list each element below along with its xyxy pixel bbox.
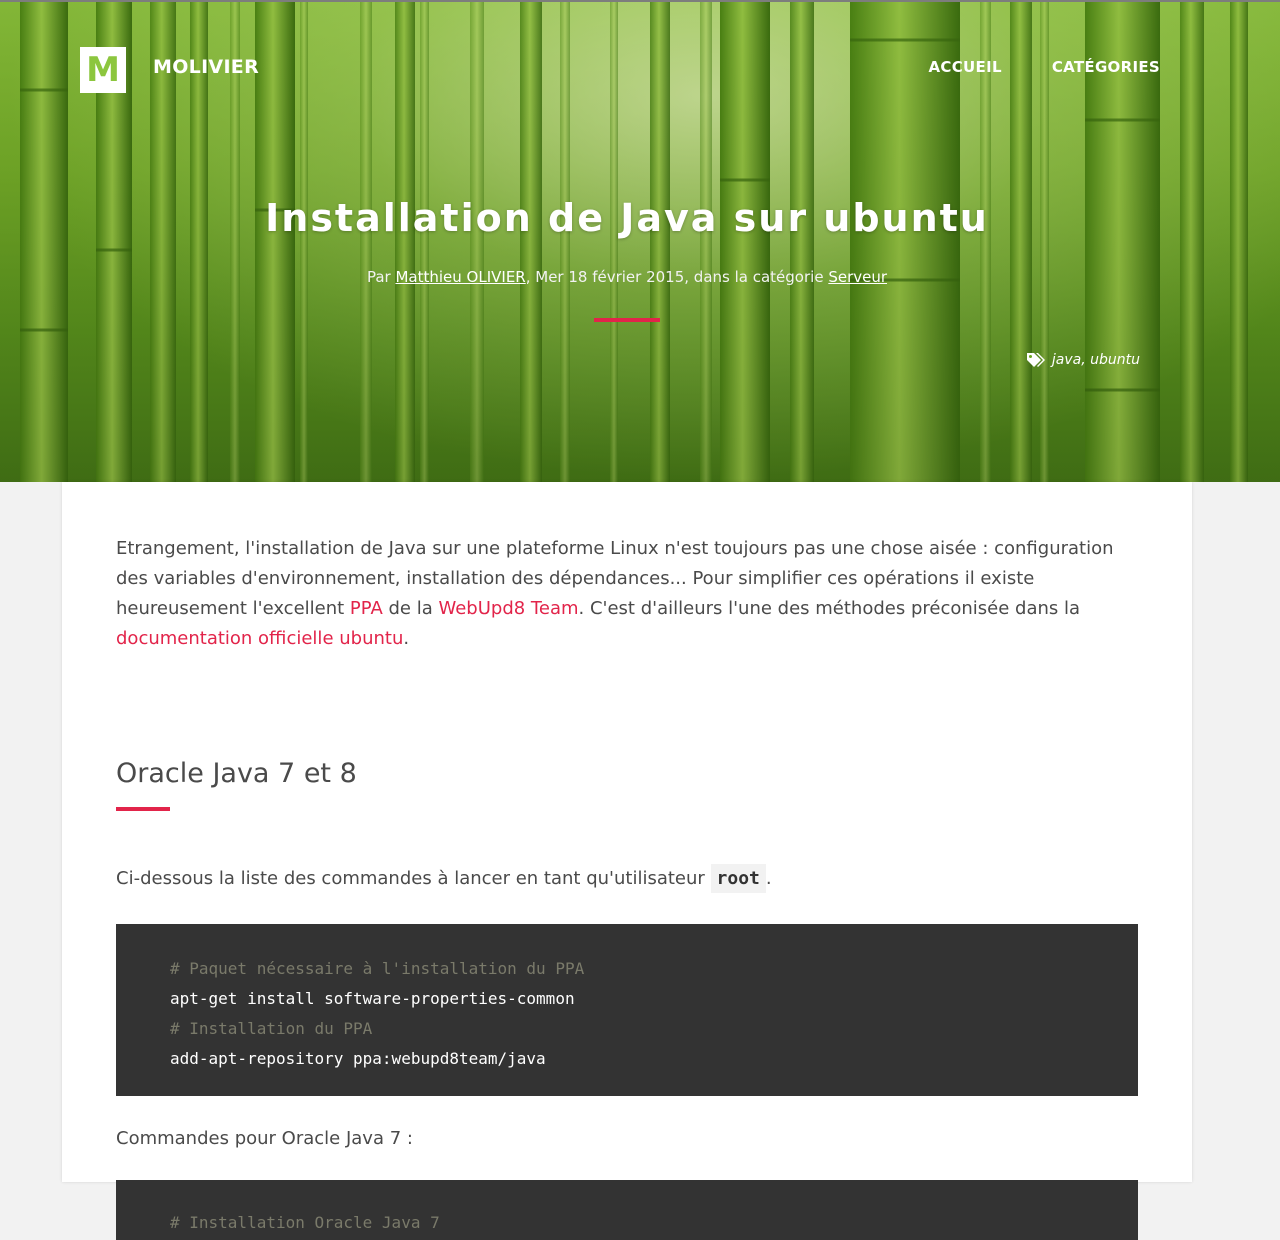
author-link[interactable]: Matthieu OLIVIER (395, 268, 525, 286)
logo-letter: M (86, 50, 120, 90)
intro-text-4: . (403, 628, 410, 649)
article-meta: Par Matthieu OLIVIER, Mer 18 février 201… (0, 268, 1254, 286)
title-divider (594, 318, 660, 322)
tag-ubuntu[interactable]: ubuntu (1090, 352, 1140, 368)
intro-paragraph: Etrangement, l'installation de Java sur … (116, 534, 1138, 654)
article-title: Installation de Java sur ubuntu (265, 196, 989, 240)
code-line-3: # Installation du PPA (170, 1019, 373, 1038)
site-brand[interactable]: MOLIVIER (153, 56, 259, 78)
tags-separator: , (1081, 352, 1091, 368)
category-link[interactable]: Serveur (828, 268, 887, 286)
meta-prefix: Par (366, 268, 396, 286)
intro-text-2: de la (382, 598, 439, 619)
article-card: Etrangement, l'installation de Java sur … (62, 482, 1192, 1240)
site-logo[interactable]: M (80, 47, 126, 93)
code-line-2: apt-get install software-properties-comm… (170, 989, 575, 1008)
webupd8-link[interactable]: WebUpd8 Team (438, 598, 578, 619)
root-paragraph: Ci-dessous la liste des commandes à lanc… (116, 864, 1138, 894)
section-heading: Oracle Java 7 et 8 (116, 758, 357, 789)
nav-item-categories[interactable]: CATÉGORIES (1052, 58, 1160, 76)
section-divider (116, 807, 170, 811)
top-border (0, 0, 1280, 2)
meta-date: , Mer 18 février 2015, dans la catégorie (525, 268, 829, 286)
code2-line-1: # Installation Oracle Java 7 (170, 1213, 440, 1232)
hero-banner: M MOLIVIER ACCUEIL CATÉGORIES Installati… (0, 0, 1280, 482)
code-line-1: # Paquet nécessaire à l'installation du … (170, 959, 585, 978)
root-text: Ci-dessous la liste des commandes à lanc… (116, 868, 711, 889)
ppa-link[interactable]: PPA (350, 598, 383, 619)
nav-item-accueil[interactable]: ACCUEIL (929, 58, 1002, 76)
intro-text-3: . C'est d'ailleurs l'une des méthodes pr… (578, 598, 1081, 619)
tags-icon (1026, 353, 1045, 367)
article-tags: java, ubuntu (1026, 352, 1140, 368)
code-block-ppa: # Paquet nécessaire à l'installation du … (116, 924, 1138, 1096)
main-nav: ACCUEIL CATÉGORIES (929, 58, 1160, 76)
ubuntu-docs-link[interactable]: documentation officielle ubuntu (116, 628, 403, 649)
inline-code-root: root (710, 864, 766, 893)
code-line-4: add-apt-repository ppa:webupd8team/java (170, 1049, 546, 1068)
code-block-java7: # Installation Oracle Java 7 (116, 1180, 1138, 1240)
tag-java[interactable]: java (1052, 352, 1081, 368)
java7-paragraph: Commandes pour Oracle Java 7 : (116, 1128, 413, 1149)
root-text-end: . (765, 868, 772, 889)
